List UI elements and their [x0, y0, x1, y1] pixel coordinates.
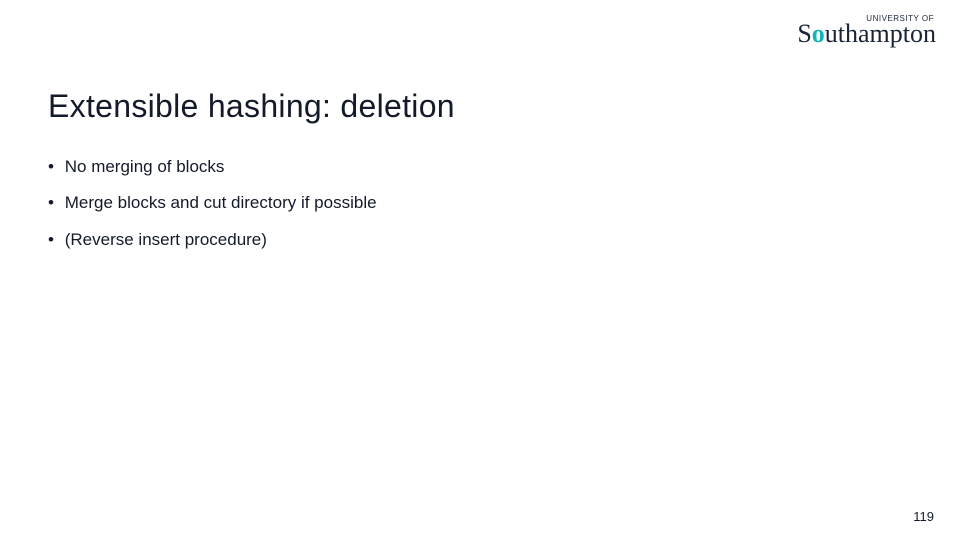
- logo-post: uthampton: [825, 19, 936, 48]
- slide-title: Extensible hashing: deletion: [48, 88, 455, 125]
- university-logo: UNIVERSITY OF Southampton: [797, 14, 936, 47]
- list-item-text: Merge blocks and cut directory if possib…: [65, 193, 377, 212]
- slide: UNIVERSITY OF Southampton Extensible has…: [0, 0, 960, 540]
- bullet-icon: •: [48, 154, 60, 180]
- page-number: 119: [913, 509, 934, 524]
- list-item: • No merging of blocks: [48, 154, 377, 180]
- list-item: • Merge blocks and cut directory if poss…: [48, 190, 377, 216]
- logo-wordmark: Southampton: [797, 21, 936, 47]
- list-item-text: (Reverse insert procedure): [65, 230, 267, 249]
- logo-pre: S: [797, 19, 811, 48]
- bullet-list: • No merging of blocks • Merge blocks an…: [48, 150, 377, 263]
- bullet-icon: •: [48, 227, 60, 253]
- list-item: • (Reverse insert procedure): [48, 227, 377, 253]
- list-item-text: No merging of blocks: [65, 157, 225, 176]
- logo-accent: o: [812, 19, 825, 48]
- bullet-icon: •: [48, 190, 60, 216]
